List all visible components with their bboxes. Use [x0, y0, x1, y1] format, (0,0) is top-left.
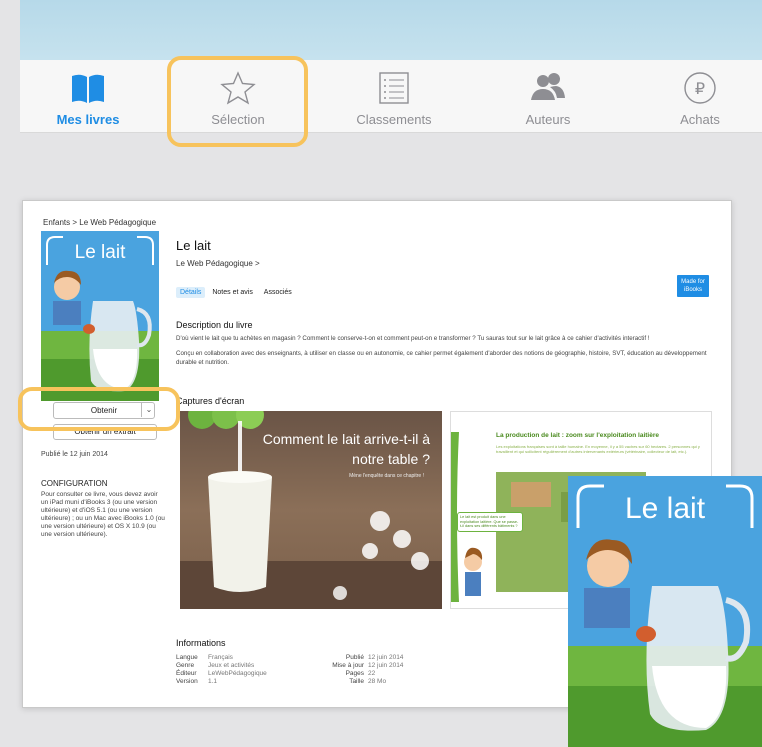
screenshot-1-subtitle: Mène l'enquête dans ce chapitre ! [349, 473, 424, 479]
info-row: Version 1.1 Taille 28 Mo [176, 678, 387, 685]
tab-mes-livres[interactable]: Mes livres [28, 60, 148, 127]
screenshot-2-title: La production de lait : zoom sur l'explo… [496, 432, 659, 439]
description-heading: Description du livre [176, 320, 253, 330]
description-paragraph-1: D'où vient le lait que tu achètes en mag… [176, 335, 650, 342]
published-date: Publié le 12 juin 2014 [41, 451, 108, 458]
description-text: D'où vient le lait que tu achètes en mag… [176, 334, 716, 367]
tab-label: Achats [680, 112, 720, 127]
config-title: CONFIGURATION [41, 479, 108, 488]
breadcrumb[interactable]: Enfants > Le Web Pédagogique [43, 218, 156, 227]
description-paragraph-2: Conçu en collaboration avec des enseigna… [176, 350, 707, 366]
author-link[interactable]: Le Web Pédagogique > [176, 259, 260, 268]
info-row: Langue Français Publié 12 juin 2014 [176, 654, 404, 661]
tab-label: Classements [356, 112, 432, 127]
book-icon [72, 74, 104, 103]
cover-art: Le lait [41, 231, 159, 401]
info-row: Genre Jeux et activités Mise à jour 12 j… [176, 662, 404, 669]
tab-classements[interactable]: Classements [334, 60, 454, 127]
tab-reviews[interactable]: Notes et avis [208, 287, 256, 298]
book-cover: Le lait [41, 231, 159, 401]
tab-details[interactable]: Détails [176, 287, 206, 298]
info-table: Langue Français Publié 12 juin 2014 Genr… [176, 654, 403, 686]
tab-achats[interactable]: ₽ Achats [640, 60, 760, 127]
svg-text:Le lait: Le lait [625, 492, 706, 525]
tab-bar: Mes livres Sélection Classements Auteurs… [20, 60, 762, 133]
tab-label: Auteurs [525, 112, 571, 127]
screenshot-2-bubble: Le lait est produit dans une exploitatio… [457, 512, 523, 532]
purchases-icon: ₽ [684, 72, 716, 104]
top-banner [20, 0, 762, 60]
screenshot-1[interactable]: Comment le lait arrive-t-il à notre tabl… [180, 411, 442, 609]
tab-auteurs[interactable]: Auteurs [488, 60, 608, 127]
svg-text:Le lait: Le lait [75, 242, 126, 263]
tab-related[interactable]: Associés [260, 287, 296, 298]
selection-highlight [167, 56, 308, 147]
screenshot-2-text: Les exploitations françaises sont à tail… [496, 444, 700, 454]
svg-text:₽: ₽ [695, 81, 705, 98]
cover-art-large: Le lait [568, 476, 762, 747]
list-icon [379, 72, 409, 104]
people-icon [531, 73, 565, 100]
screenshot-1-title: Comment le lait arrive-t-il à notre tabl… [262, 431, 430, 467]
tab-label: Mes livres [56, 112, 120, 127]
made-for-ibooks-badge: Made for iBooks [677, 275, 709, 297]
info-row: Éditeur LeWebPédagogique Pages 22 [176, 670, 376, 677]
config-text: Pour consulter ce livre, vous devez avoi… [41, 491, 165, 538]
obtenir-highlight [18, 387, 180, 431]
book-cover-enlarged: Le lait [568, 476, 762, 747]
page-title: Le lait [176, 238, 211, 253]
info-heading: Informations [176, 638, 226, 648]
screenshots-heading: Captures d'écran [176, 396, 245, 406]
detail-tabs: Détails Notes et avis Associés [176, 287, 297, 298]
